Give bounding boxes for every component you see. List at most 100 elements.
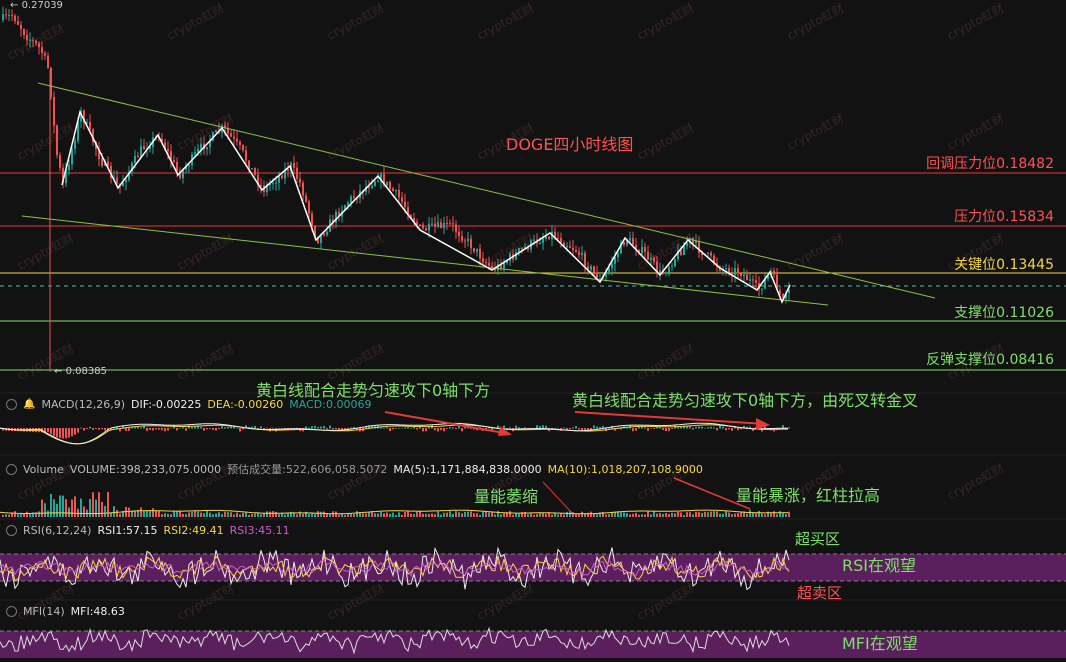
volume-bar xyxy=(308,513,310,517)
rsi-name: RSI(6,12,24) xyxy=(23,524,92,537)
candle-body xyxy=(647,251,649,260)
volume-bar xyxy=(272,511,274,517)
volume-bar xyxy=(392,512,394,517)
eye-icon[interactable] xyxy=(6,463,17,475)
macd-bar xyxy=(596,426,598,429)
volume-bar xyxy=(578,514,580,517)
mfi-legend[interactable]: MFI(14) MFI:48.63 xyxy=(6,605,125,618)
volume-bar xyxy=(317,511,319,517)
volume-bar xyxy=(173,511,175,517)
candle-body xyxy=(2,14,4,20)
macd-bar xyxy=(554,427,556,429)
volume-bar xyxy=(749,509,751,517)
candle-body xyxy=(38,43,40,48)
candle-body xyxy=(680,250,682,255)
macd-bar xyxy=(260,426,262,429)
volume-bar xyxy=(680,512,682,517)
macd-bar xyxy=(662,428,664,430)
macd-bar xyxy=(509,427,511,429)
volume-bar xyxy=(566,511,568,517)
volume-bar xyxy=(89,499,91,517)
candle-body xyxy=(353,196,355,198)
volume-bar xyxy=(776,514,778,517)
candle-body xyxy=(323,233,325,236)
macd-bar xyxy=(176,428,178,431)
candle-body xyxy=(644,246,646,252)
macd-bar xyxy=(179,427,181,429)
volume-bar xyxy=(179,511,181,517)
volume-bar xyxy=(413,514,415,517)
volume-bar xyxy=(692,514,694,517)
macd-bar xyxy=(410,427,412,429)
candle-body xyxy=(41,47,43,54)
volume-bar xyxy=(431,513,433,517)
candle-body xyxy=(743,274,745,276)
watermark-text: crypto虹财 xyxy=(635,1,697,43)
rsi3-value: RSI3:45.11 xyxy=(229,524,290,537)
volume-bar xyxy=(146,510,148,517)
macd-bar xyxy=(569,428,571,430)
watermark-text: crypto虹财 xyxy=(785,231,847,273)
volume-bar xyxy=(782,513,784,517)
macd-bar xyxy=(659,427,661,429)
macd-bar xyxy=(308,427,310,429)
macd-bar xyxy=(650,427,652,429)
candle-body xyxy=(188,165,190,167)
volume-legend[interactable]: Volume VOLUME:398,233,075.0000 预估成交量:522… xyxy=(6,461,703,477)
macd-bar xyxy=(407,427,409,429)
candle-body xyxy=(68,164,70,171)
macd-bar xyxy=(161,428,163,431)
volume-bar xyxy=(629,514,631,517)
volume-bar xyxy=(560,513,562,517)
volume-bar xyxy=(197,511,199,517)
candle-body xyxy=(446,222,448,224)
volume-bar xyxy=(410,513,412,517)
volume-bar xyxy=(710,511,712,517)
volume-bar xyxy=(239,514,241,517)
volume-bar xyxy=(773,511,775,517)
volume-bar xyxy=(671,512,673,517)
candle-body xyxy=(503,263,505,269)
macd-bar xyxy=(215,428,217,431)
macd-bar xyxy=(146,428,148,432)
macd-arrow-1 xyxy=(384,411,511,435)
macd-bar xyxy=(731,428,733,431)
candle-body xyxy=(167,149,169,152)
volume-bar xyxy=(323,511,325,517)
volume-bar xyxy=(185,514,187,517)
volume-bar xyxy=(707,512,709,517)
volume-bar xyxy=(452,513,454,517)
volume-bar xyxy=(44,503,46,517)
macd-bar xyxy=(728,428,730,430)
volume-bar xyxy=(491,511,493,517)
macd-bar xyxy=(164,428,166,432)
candle-body xyxy=(101,159,103,166)
eye-icon[interactable] xyxy=(6,606,17,617)
eye-icon[interactable] xyxy=(6,399,17,410)
macd-bar xyxy=(254,426,256,429)
volume-bar xyxy=(302,513,304,517)
volume-bar xyxy=(356,511,358,517)
watermark-text: crypto虹财 xyxy=(635,341,697,383)
volume-bar xyxy=(377,513,379,517)
candle-body xyxy=(401,197,403,202)
volume-bar xyxy=(401,514,403,517)
rsi-watch-label: RSI在观望 xyxy=(842,556,916,575)
volume-name: Volume xyxy=(23,462,64,476)
macd-bar xyxy=(278,427,280,429)
volume-bar xyxy=(80,498,82,517)
volume-bar xyxy=(248,514,250,517)
candle-body xyxy=(695,241,697,243)
macd-bar xyxy=(536,425,538,429)
volume-bar xyxy=(461,513,463,517)
macd-bar xyxy=(383,427,385,429)
candle-body xyxy=(17,21,19,25)
volume-bar xyxy=(512,514,514,517)
watermark-text: crypto虹财 xyxy=(165,1,227,43)
eye-icon[interactable] xyxy=(6,525,17,536)
candle-body xyxy=(200,143,202,150)
volume-bar xyxy=(446,512,448,517)
bell-icon[interactable]: 🔔 xyxy=(23,399,35,410)
rsi-legend[interactable]: RSI(6,12,24) RSI1:57.15 RSI2:49.41 RSI3:… xyxy=(6,524,290,537)
candle-body xyxy=(458,231,460,237)
